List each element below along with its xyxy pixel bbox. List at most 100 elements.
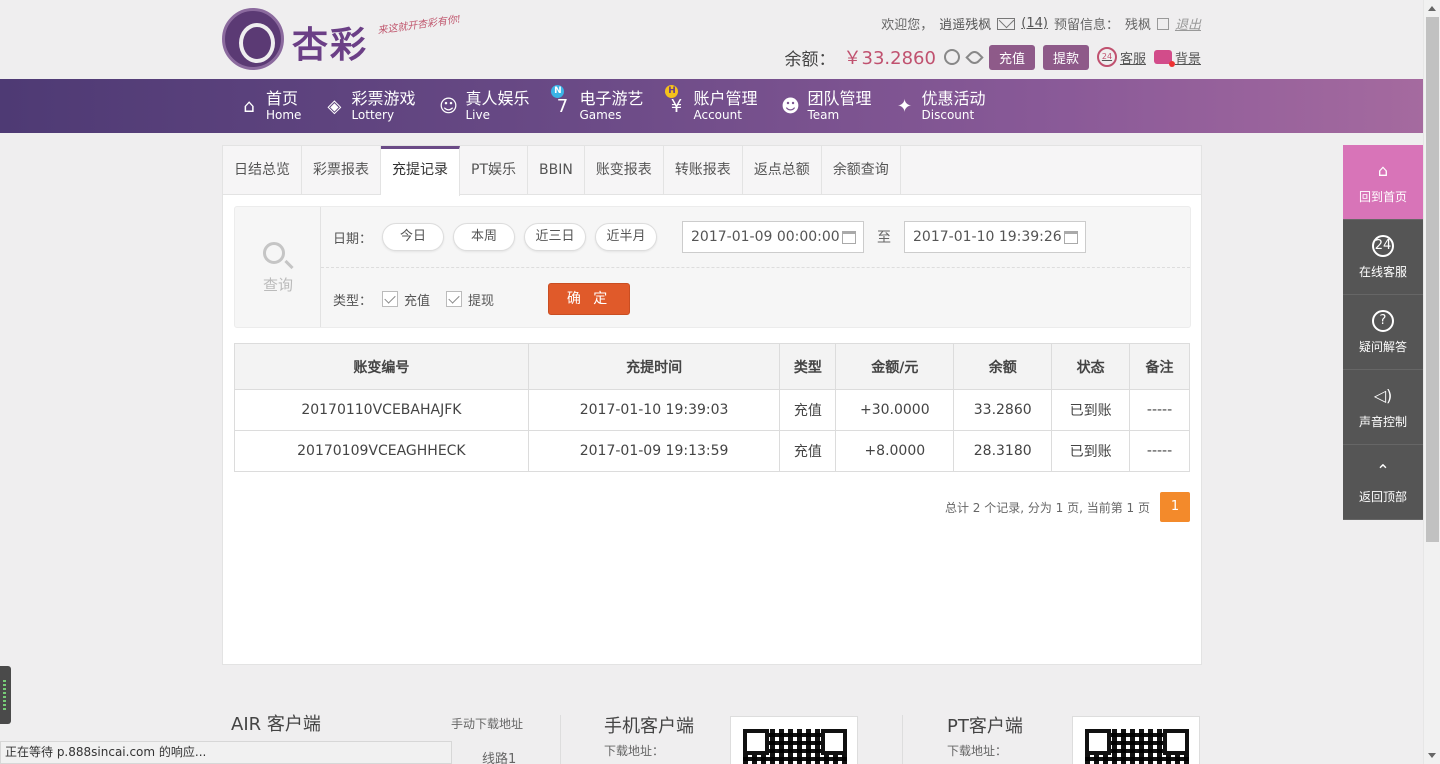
record-note-cell: ----- [1129, 430, 1190, 472]
lottery-icon: ◈ [327, 95, 342, 117]
today-button[interactable]: 今日 [382, 223, 445, 251]
qr-code-icon [1085, 729, 1189, 764]
back-to-top-button[interactable]: ⌃ 返回顶部 [1343, 445, 1423, 520]
calendar-icon[interactable] [1064, 231, 1079, 244]
report-tabs: 日结总览 彩票报表 充提记录 PT娱乐 BBIN 账变报表 转账报表 返点总额 … [223, 146, 1201, 196]
tab-balance-query[interactable]: 余额查询 [822, 146, 901, 195]
nav-label: 账户管理 [693, 89, 758, 108]
calendar-icon[interactable] [842, 231, 857, 244]
nav-item-games[interactable]: 7 电子游艺 Games H [545, 79, 679, 133]
record-type-cell: 充值 [779, 430, 837, 472]
floating-sidebar: ⌂ 回到首页 24 在线客服 ? 疑问解答 ◁) 声音控制 ⌃ 返回顶部 [1343, 145, 1423, 520]
nav-item-home[interactable]: ⌂ 首页 Home [232, 79, 311, 133]
tab-lottery-report[interactable]: 彩票报表 [302, 146, 381, 195]
report-panel: 日结总览 彩票报表 充提记录 PT娱乐 BBIN 账变报表 转账报表 返点总额 … [222, 145, 1202, 665]
faq-button[interactable]: ? 疑问解答 [1343, 295, 1423, 370]
main-nav: ⌂ 首页 Home ◈ 彩票游戏 Lottery ☺ 真人娱乐 Live N 7 电子… [0, 79, 1423, 133]
nav-label: 电子游艺 [579, 89, 644, 108]
tab-rebate-total[interactable]: 返点总额 [743, 146, 822, 195]
last-three-days-button[interactable]: 近三日 [524, 223, 587, 251]
side-label: 声音控制 [1358, 414, 1407, 429]
last-half-month-button[interactable]: 近半月 [595, 223, 658, 251]
logout-link[interactable]: 退出 [1175, 14, 1201, 33]
tab-bbin[interactable]: BBIN [528, 146, 585, 195]
tab-account-change-report[interactable]: 账变报表 [585, 146, 664, 195]
scroll-up-arrow-icon[interactable] [1428, 6, 1436, 11]
page-header: 杏彩 来这就开杏彩有你! 欢迎您， 逍遥残枫 (14) 预留信息： 残枫 退出 … [0, 0, 1423, 79]
end-date-input[interactable]: 2017-01-10 19:39:26 [904, 221, 1087, 253]
tab-pt-entertainment[interactable]: PT娱乐 [460, 146, 528, 195]
background-link[interactable]: 背景 [1153, 48, 1201, 67]
nav-sublabel: Live [465, 108, 490, 122]
hide-balance-icon[interactable] [965, 47, 984, 67]
nav-item-live[interactable]: ☺ 真人娱乐 Live N [431, 79, 565, 133]
column-header: 备注 [1129, 343, 1190, 390]
nav-sublabel: Lottery [351, 108, 395, 122]
browser-status-bar: 正在等待 p.888sincai.com 的响应... [0, 741, 452, 764]
pagination: 总计 2 个记录, 分为 1 页, 当前第 1 页 1 [945, 492, 1190, 522]
record-note-cell: ----- [1129, 389, 1190, 431]
side-label: 在线客服 [1358, 264, 1407, 279]
confirm-button[interactable]: 确 定 [548, 283, 631, 315]
scroll-down-arrow-icon[interactable] [1428, 753, 1436, 758]
tab-transfer-report[interactable]: 转账报表 [664, 146, 743, 195]
pt-qr-code [1072, 716, 1200, 764]
reserved-info-value: 残枫 [1124, 18, 1151, 33]
vertical-scrollbar[interactable] [1423, 0, 1440, 764]
scroll-thumb[interactable] [1426, 17, 1439, 542]
live-icon: ☺ [439, 95, 458, 117]
customer-service-label: 客服 [1119, 51, 1146, 67]
side-label: 回到首页 [1358, 189, 1407, 204]
team-icon: ☻ [781, 95, 800, 117]
query-form: 查询 日期： 今日 本周 近三日 近半月 2017-01-09 00:00:00… [234, 206, 1191, 328]
mail-icon[interactable] [997, 17, 1016, 30]
record-balance-cell: 33.2860 [953, 389, 1053, 431]
record-balance-cell: 28.3180 [953, 430, 1053, 472]
this-week-button[interactable]: 本周 [453, 223, 516, 251]
nav-item-lottery[interactable]: ◈ 彩票游戏 Lottery [317, 79, 425, 133]
type-withdraw-checkbox[interactable]: 提现 [446, 290, 494, 309]
customer-service-link[interactable]: 24 客服 [1096, 47, 1146, 67]
manual-download-link[interactable]: 手动下载地址 [451, 715, 523, 732]
nav-item-team[interactable]: ☻ 团队管理 Team [774, 79, 882, 133]
refresh-icon[interactable] [943, 49, 960, 65]
sound-control-button[interactable]: ◁) 声音控制 [1343, 370, 1423, 445]
mobile-download-label: 下载地址： [604, 744, 665, 758]
record-amount-cell: +8.0000 [835, 430, 955, 472]
withdraw-button[interactable]: 提款 [1042, 44, 1089, 70]
type-label: 类型： [333, 293, 373, 309]
record-amount-cell: +30.0000 [835, 389, 955, 431]
back-home-button[interactable]: ⌂ 回到首页 [1343, 145, 1423, 220]
volume-widget[interactable] [0, 666, 11, 724]
site-logo[interactable]: 杏彩 来这就开杏彩有你! [222, 8, 472, 72]
nav-item-discount[interactable]: ✦ 优惠活动 Discount [888, 79, 996, 133]
page-button-current[interactable]: 1 [1160, 492, 1190, 522]
mobile-qr-code [730, 716, 858, 764]
nav-sublabel: Games [579, 108, 622, 122]
pt-client-title: PT客户端 [947, 716, 1023, 737]
side-label: 疑问解答 [1358, 339, 1407, 354]
welcome-text: 欢迎您， [881, 18, 934, 33]
username: 逍遥残枫 [939, 18, 992, 33]
tab-deposit-withdraw-records[interactable]: 充提记录 [381, 146, 460, 196]
nav-label: 真人娱乐 [465, 89, 530, 108]
footer-divider [902, 715, 903, 764]
qr-code-icon [743, 729, 847, 764]
start-date-input[interactable]: 2017-01-09 00:00:00 [682, 221, 865, 253]
edit-icon[interactable] [1156, 17, 1169, 30]
type-recharge-checkbox[interactable]: 充值 [382, 290, 430, 309]
recharge-button[interactable]: 充值 [988, 44, 1035, 70]
online-service-button[interactable]: 24 在线客服 [1343, 220, 1423, 295]
back-to-top-icon: ⌃ [1376, 461, 1390, 480]
balance-row: 余额： ￥33.2860 充值 提款 24 客服 背景 [785, 44, 1201, 70]
tab-daily-summary[interactable]: 日结总览 [223, 146, 302, 195]
record-id-cell: 20170110VCEBAHAJFK [234, 389, 529, 431]
home-icon: ⌂ [243, 95, 255, 117]
mail-count-link[interactable]: (14) [1021, 16, 1048, 31]
nav-item-account[interactable]: ¥ 账户管理 Account [659, 79, 767, 133]
table-header-row: 账变编号 充提时间 类型 金额/元 余额 状态 备注 [234, 343, 1190, 390]
home-icon: ⌂ [1377, 161, 1389, 180]
logo-text: 杏彩 [292, 24, 369, 66]
line1-link[interactable]: 线路1 [482, 748, 516, 764]
reserved-info-label: 预留信息： [1053, 18, 1119, 33]
